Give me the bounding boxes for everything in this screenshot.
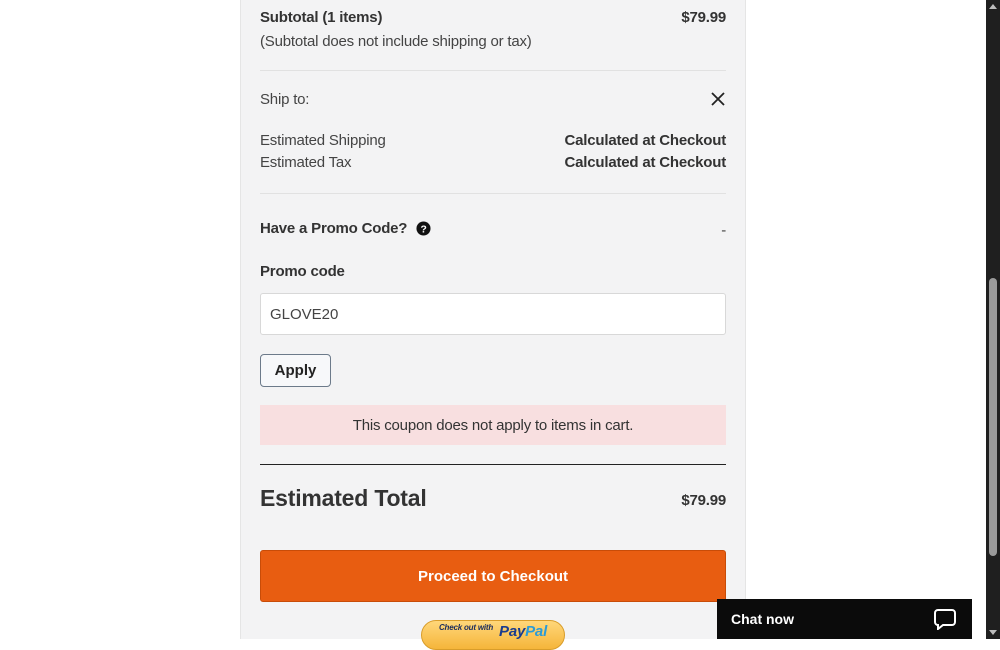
estimated-shipping-row: Estimated Shipping Calculated at Checkou… [260,132,726,149]
paypal-caption: Check out with [438,623,494,632]
subtotal-note: (Subtotal does not include shipping or t… [260,33,532,50]
close-icon[interactable] [710,91,726,108]
divider [260,193,726,194]
promo-toggle-row[interactable]: Have a Promo Code? ? - [260,218,726,239]
promo-code-input[interactable] [260,293,726,335]
promo-field-label: Promo code [260,263,345,280]
scrollbar-thumb[interactable] [989,278,997,556]
estimated-shipping-label: Estimated Shipping [260,132,386,149]
ship-to-row: Ship to: [260,91,726,108]
coupon-error-alert: This coupon does not apply to items in c… [260,405,726,445]
chat-now-label: Chat now [731,611,794,627]
order-summary-panel: Subtotal (1 items) $79.99 (Subtotal does… [240,0,746,650]
divider [260,70,726,71]
svg-text:?: ? [421,224,427,235]
ship-to-label: Ship to: [260,91,310,108]
estimated-tax-value: Calculated at Checkout [564,154,727,171]
subtotal-amount: $79.99 [681,9,726,26]
coupon-error-text: This coupon does not apply to items in c… [352,416,634,434]
scroll-down-arrow-icon[interactable] [989,630,997,635]
promo-heading: Have a Promo Code? [260,220,408,237]
estimated-total-label: Estimated Total [260,485,427,511]
paypal-logo-pal: Pal [525,623,548,640]
estimated-total-row: Estimated Total $79.99 [260,485,726,512]
paypal-logo: PayPal [499,623,547,640]
estimated-tax-row: Estimated Tax Calculated at Checkout [260,154,726,171]
scroll-up-arrow-icon[interactable] [989,4,997,9]
subtotal-row: Subtotal (1 items) $79.99 [260,9,726,26]
estimated-shipping-value: Calculated at Checkout [564,132,727,149]
subtotal-label: Subtotal (1 items) [260,9,383,26]
proceed-to-checkout-button[interactable]: Proceed to Checkout [260,550,726,602]
estimated-tax-label: Estimated Tax [260,154,352,171]
page-scrollbar[interactable] [986,0,1000,639]
chat-now-widget[interactable]: Chat now [717,599,972,639]
divider [260,464,726,465]
paypal-checkout-button[interactable]: Check out with PayPal [421,620,565,650]
paypal-logo-pay: Pay [499,623,526,640]
chat-bubble-icon [934,608,956,630]
question-circle-icon[interactable]: ? [416,221,431,236]
estimated-total-amount: $79.99 [681,492,726,509]
apply-button[interactable]: Apply [260,354,331,387]
promo-collapse-toggle[interactable]: - [721,218,726,239]
